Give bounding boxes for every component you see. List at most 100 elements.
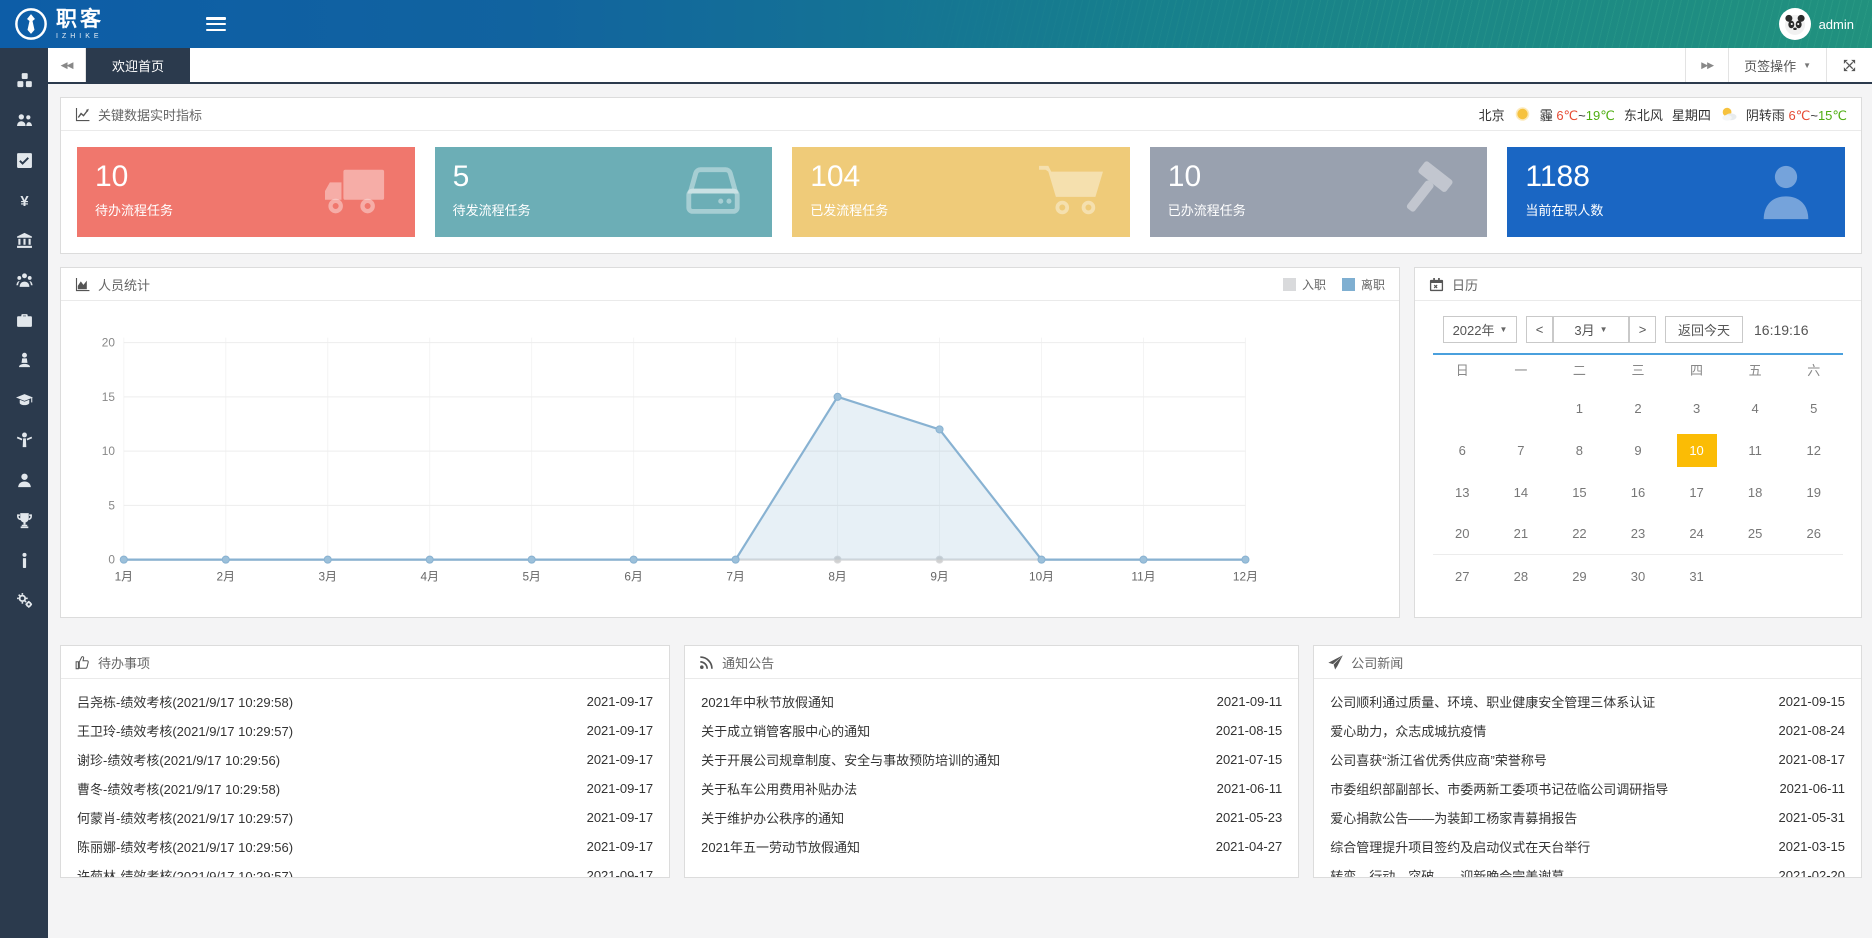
sidebar-toggle-icon[interactable] [206,17,226,31]
calendar-day-1[interactable]: 1 [1550,387,1609,429]
trophy-icon[interactable] [16,512,33,529]
stat-card-已办流程任务[interactable]: 10已办流程任务 [1150,147,1488,237]
month-select[interactable]: 3月▼ [1553,316,1629,343]
team-icon[interactable] [16,112,33,129]
item-date: 2021-09-15 [1779,694,1846,709]
calendar-day-30[interactable]: 30 [1609,555,1668,597]
bank-icon[interactable] [16,232,33,249]
calendar-day-14[interactable]: 14 [1492,471,1551,513]
year-select[interactable]: 2022年▼ [1443,316,1517,343]
list-item[interactable]: 爱心捐款公告——为装卸工杨家青募捐报告2021-05-31 [1330,803,1845,832]
calendar-day-13[interactable]: 13 [1433,471,1492,513]
list-item[interactable]: 关于私车公用费用补贴办法2021-06-11 [701,774,1282,803]
username[interactable]: admin [1819,17,1854,32]
calendar-day-2[interactable]: 2 [1609,387,1668,429]
user-avatar[interactable] [1779,8,1811,40]
graduation-cap-icon[interactable] [16,392,33,409]
stat-card-已发流程任务[interactable]: 104已发流程任务 [792,147,1130,237]
calendar-day-7[interactable]: 7 [1492,429,1551,471]
fullscreen-button[interactable] [1826,48,1872,82]
panel-title: 通知公告 [722,653,774,672]
tabs-scroll-left-icon[interactable]: ◀◀ [48,48,86,82]
stat-card-当前在职人数[interactable]: 1188当前在职人数 [1507,147,1845,237]
user-icon[interactable] [16,472,33,489]
stat-card-待发流程任务[interactable]: 5待发流程任务 [435,147,773,237]
calendar-day-6[interactable]: 6 [1433,429,1492,471]
list-item[interactable]: 转变、行动、突破——迎新晚会完美谢幕2021-02-20 [1330,861,1845,878]
list-item[interactable]: 公司顺利通过质量、环境、职业健康安全管理三体系认证2021-09-15 [1330,687,1845,716]
list-item[interactable]: 综合管理提升项目签约及启动仪式在天台举行2021-03-15 [1330,832,1845,861]
calendar-day-17[interactable]: 17 [1667,471,1726,513]
info-icon[interactable] [16,552,33,569]
item-text: 吕尧栋-绩效考核(2021/9/17 10:29:58) [77,692,293,711]
calendar-day-5[interactable]: 5 [1784,387,1843,429]
child-icon[interactable] [16,432,33,449]
calendar-day-16[interactable]: 16 [1609,471,1668,513]
list-item[interactable]: 曹冬-绩效考核(2021/9/17 10:29:58)2021-09-17 [77,774,653,803]
tabs-scroll-right-icon[interactable]: ▶▶ [1685,48,1728,82]
calendar-day-10[interactable]: 10 [1667,429,1726,471]
app-logo[interactable]: 职客 IZHIKE [0,7,206,41]
calendar-day-23[interactable]: 23 [1609,513,1668,555]
calendar-day-24[interactable]: 24 [1667,513,1726,555]
next-month-button[interactable]: > [1629,316,1656,343]
calendar-day-22[interactable]: 22 [1550,513,1609,555]
list-item[interactable]: 2021年中秋节放假通知2021-09-11 [701,687,1282,716]
list-item[interactable]: 何蒙肖-绩效考核(2021/9/17 10:29:57)2021-09-17 [77,803,653,832]
calendar-day-8[interactable]: 8 [1550,429,1609,471]
briefcase-icon[interactable] [16,312,33,329]
check-square-icon[interactable] [16,152,33,169]
main-content: 关键数据实时指标 北京 霾 6℃~19℃ 东北风 星期四 阴转雨 6℃~15℃ … [48,86,1872,938]
calendar-day-29[interactable]: 29 [1550,555,1609,597]
list-item[interactable]: 吕尧栋-绩效考核(2021/9/17 10:29:58)2021-09-17 [77,687,653,716]
list-item[interactable]: 王卫玲-绩效考核(2021/9/17 10:29:57)2021-09-17 [77,716,653,745]
yen-icon[interactable]: ¥ [16,192,33,209]
list-item[interactable]: 关于维护办公秩序的通知2021-05-23 [701,803,1282,832]
group-icon[interactable] [16,272,33,289]
calendar-day-25[interactable]: 25 [1726,513,1785,555]
item-text: 陈丽娜-绩效考核(2021/9/17 10:29:56) [77,837,293,856]
legend-入职[interactable]: 入职 [1283,276,1326,293]
gears-icon[interactable] [16,592,33,609]
list-item[interactable]: 关于成立销管客服中心的通知2021-08-15 [701,716,1282,745]
list-item[interactable]: 关于开展公司规章制度、安全与事故预防培训的通知2021-07-15 [701,745,1282,774]
calendar-day-31[interactable]: 31 [1667,555,1726,597]
line-chart-icon [75,107,90,122]
calendar-day-27[interactable]: 27 [1433,555,1492,597]
weather-wind: 东北风 [1624,105,1663,124]
list-item[interactable]: 陈丽娜-绩效考核(2021/9/17 10:29:56)2021-09-17 [77,832,653,861]
weather-weekday: 星期四 [1672,105,1711,124]
cubes-icon[interactable] [16,72,33,89]
list-item[interactable]: 爱心助力，众志成城抗疫情2021-08-24 [1330,716,1845,745]
weekday-label: 日 [1433,355,1492,387]
chevron-down-icon: ▼ [1803,61,1811,70]
legend-离职[interactable]: 离职 [1342,276,1385,293]
back-to-today-button[interactable]: 返回今天 [1665,316,1743,343]
list-item[interactable]: 许菊林-绩效考核(2021/9/17 10:29:57)2021-09-17 [77,861,653,878]
list-item[interactable]: 市委组织部副部长、市委两新工委项书记莅临公司调研指导2021-06-11 [1330,774,1845,803]
tab-welcome-home[interactable]: 欢迎首页 [86,48,190,82]
stat-card-待办流程任务[interactable]: 10待办流程任务 [77,147,415,237]
calendar-day-15[interactable]: 15 [1550,471,1609,513]
calendar-day-11[interactable]: 11 [1726,429,1785,471]
calendar-day-21[interactable]: 21 [1492,513,1551,555]
staff-chart: 051015201月2月3月4月5月6月7月8月9月10月11月12月 [65,313,1395,605]
calendar-day-26[interactable]: 26 [1784,513,1843,555]
tab-actions-dropdown[interactable]: 页签操作▼ [1728,48,1826,82]
list-item[interactable]: 2021年五一劳动节放假通知2021-04-27 [701,832,1282,861]
list-item[interactable]: 谢珍-绩效考核(2021/9/17 10:29:56)2021-09-17 [77,745,653,774]
calendar-day-19[interactable]: 19 [1784,471,1843,513]
calendar-day-20[interactable]: 20 [1433,513,1492,555]
podium-user-icon[interactable] [16,352,33,369]
list-item[interactable]: 公司喜获“浙江省优秀供应商”荣誉称号2021-08-17 [1330,745,1845,774]
calendar-day-12[interactable]: 12 [1784,429,1843,471]
calendar-day-3[interactable]: 3 [1667,387,1726,429]
prev-month-button[interactable]: < [1526,316,1553,343]
notice-panel: 通知公告 2021年中秋节放假通知2021-09-11关于成立销管客服中心的通知… [684,645,1299,878]
tab-bar: ◀◀ 欢迎首页 ▶▶ 页签操作▼ [48,48,1872,84]
calendar-day-4[interactable]: 4 [1726,387,1785,429]
svg-text:1月: 1月 [115,569,133,583]
calendar-day-18[interactable]: 18 [1726,471,1785,513]
calendar-day-9[interactable]: 9 [1609,429,1668,471]
calendar-day-28[interactable]: 28 [1492,555,1551,597]
